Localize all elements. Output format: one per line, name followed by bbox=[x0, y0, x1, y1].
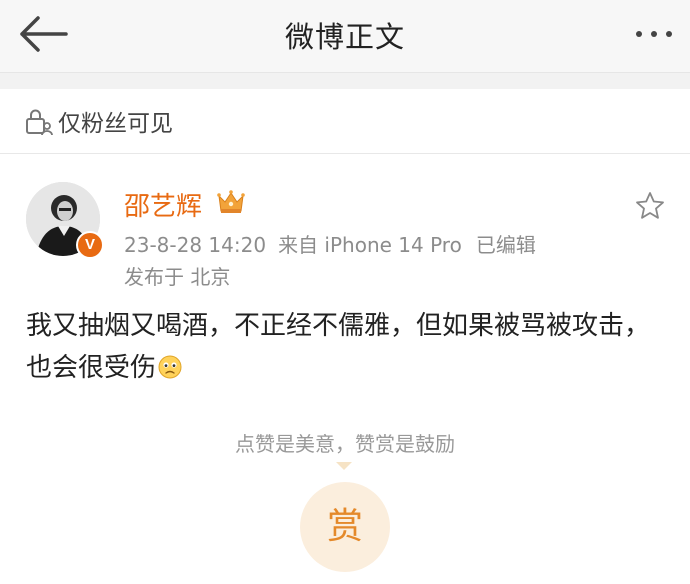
page-title: 微博正文 bbox=[284, 20, 405, 54]
verified-badge-icon: V bbox=[76, 231, 104, 259]
section-divider bbox=[0, 73, 690, 89]
post-meta: 23-8-28 14:20 来自 iPhone 14 Pro 已编辑 bbox=[124, 229, 536, 258]
post-location: 发布于 北京 bbox=[124, 265, 231, 289]
tip-pointer bbox=[336, 462, 352, 470]
reward-tip: 点赞是美意，赞赏是鼓励 bbox=[235, 432, 455, 456]
more-options-icon[interactable] bbox=[636, 31, 672, 37]
post-time: 23-8-28 14:20 bbox=[124, 233, 267, 257]
top-bar: 微博正文 bbox=[0, 0, 690, 73]
crown-icon bbox=[217, 190, 245, 213]
author-name[interactable]: 邵艺辉 bbox=[124, 186, 202, 223]
reward-button[interactable]: 赏 bbox=[300, 482, 390, 572]
post-content: 我又抽烟又喝酒，不正经不儒雅，但如果被骂被攻击，也会很受伤 bbox=[26, 305, 666, 389]
edited-label[interactable]: 已编辑 bbox=[476, 233, 536, 257]
post-text: 我又抽烟又喝酒，不正经不儒雅，但如果被骂被攻击，也会很受伤 bbox=[26, 311, 651, 383]
lock-person-icon bbox=[26, 109, 53, 136]
visibility-label: 仅粉丝可见 bbox=[58, 111, 173, 137]
star-icon[interactable] bbox=[634, 190, 666, 222]
sad-face-emoji-icon bbox=[158, 355, 182, 379]
post-source: 来自 iPhone 14 Pro bbox=[278, 233, 462, 257]
